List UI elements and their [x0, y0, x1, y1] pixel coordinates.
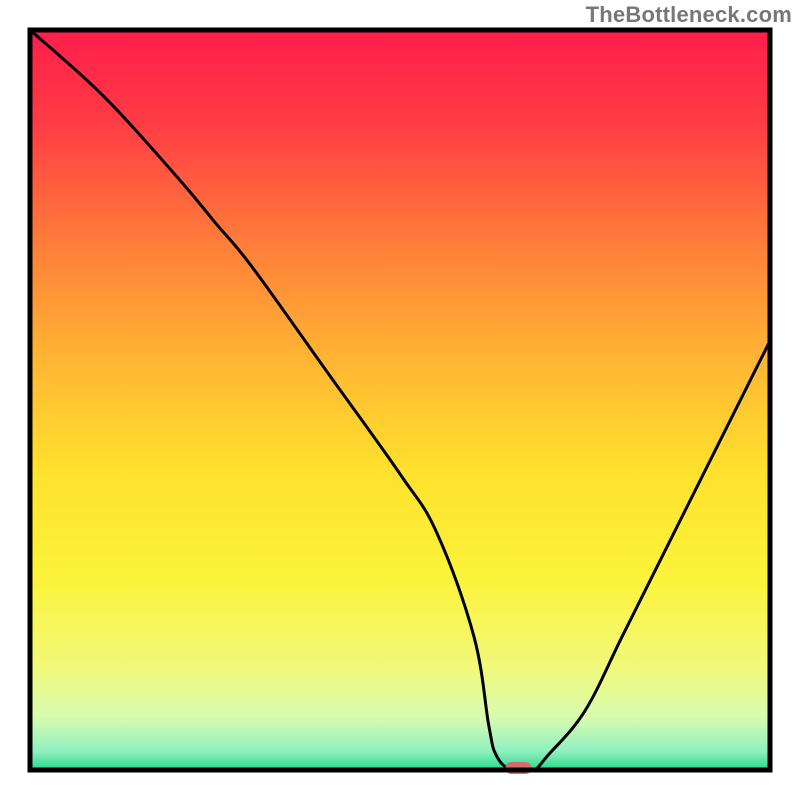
chart-container: TheBottleneck.com [0, 0, 800, 800]
watermark-text: TheBottleneck.com [586, 2, 792, 28]
bottleneck-chart [0, 0, 800, 800]
plot-background [30, 30, 770, 770]
